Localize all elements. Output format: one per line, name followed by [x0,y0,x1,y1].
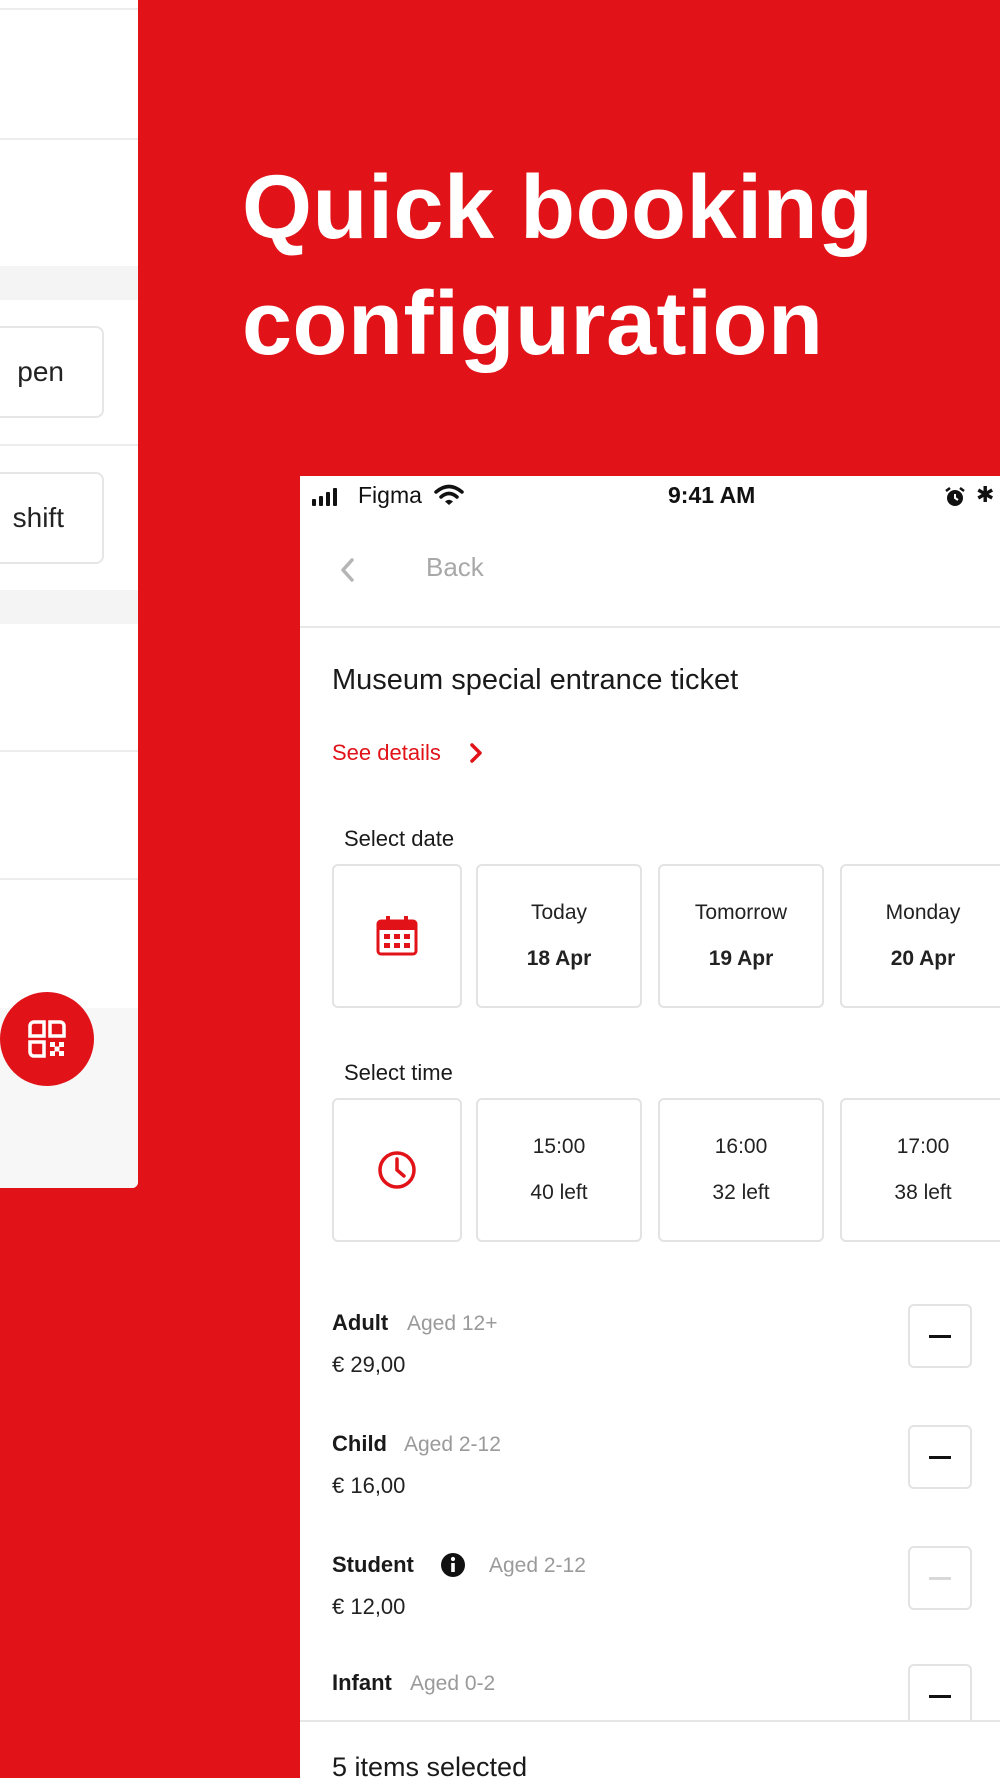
date-value: 20 Apr [890,947,956,970]
background-option-pill[interactable]: pen [0,326,104,418]
headline: Quick booking configuration [242,150,982,382]
price-type-name: Infant [332,1670,392,1695]
background-option-pill[interactable]: shift [0,472,104,564]
clock-icon [378,1151,416,1189]
chevron-right-icon [470,743,482,763]
price-type-age: Aged 0-2 [410,1672,496,1695]
divider [0,878,138,880]
qr-code-icon [28,1020,66,1058]
select-date-label: Select date [344,826,455,851]
divider [0,444,138,446]
minus-icon [929,1455,951,1459]
selection-summary-label: 5 items selected [332,1752,528,1778]
divider [0,138,138,140]
time-option[interactable]: 16:00 32 left [658,1098,824,1242]
nav-bar: Back [300,518,1000,628]
section-band [0,590,138,624]
headline-line: configuration [242,274,824,374]
time-option[interactable]: 15:00 40 left [476,1098,642,1242]
date-day: Tomorrow [694,901,788,924]
calendar-icon [376,916,418,956]
pill-label: shift [12,502,64,533]
calendar-picker-button[interactable] [332,864,462,1008]
date-day: Monday [885,901,961,924]
decrement-button[interactable] [908,1304,972,1368]
date-option[interactable]: Monday 20 Apr [840,864,1000,1008]
time-picker-button[interactable] [332,1098,462,1242]
date-option[interactable]: Tomorrow 19 Apr [658,864,824,1008]
alarm-icon [945,487,965,506]
divider [0,8,138,10]
price-type-age: Aged 2-12 [489,1554,586,1577]
time-value: 15:00 [532,1135,586,1158]
price-type-name: Adult [332,1310,389,1335]
date-day: Today [530,901,588,924]
price-type-row: Adult Aged 12+ € 29,00 [332,1304,972,1380]
price-type-price: € 12,00 [332,1594,406,1619]
price-type-row: Child Aged 2-12 € 16,00 [332,1425,972,1501]
headline-line: Quick booking [242,158,874,258]
info-icon[interactable] [440,1552,466,1578]
price-type-price: € 29,00 [332,1352,406,1377]
time-option[interactable]: 17:00 38 left [840,1098,1000,1242]
pill-label: pen [17,356,64,387]
back-button[interactable]: Back [426,552,484,583]
price-type-row: Student Aged 2-12 € 12,00 [332,1546,972,1622]
time-availability: 38 left [894,1181,952,1204]
minus-icon [929,1334,951,1338]
divider [0,750,138,752]
bluetooth-icon: ✱ [976,482,995,507]
section-band [0,266,138,300]
time-value: 16:00 [714,1135,768,1158]
time-availability: 32 left [712,1181,770,1204]
decrement-button[interactable] [908,1546,972,1610]
date-value: 19 Apr [708,947,774,970]
see-details-link[interactable]: See details [332,740,483,766]
price-type-name: Child [332,1431,387,1456]
decrement-button[interactable] [908,1425,972,1489]
carrier-label: Figma [358,482,422,508]
qr-scan-button[interactable] [0,992,94,1086]
chevron-left-icon[interactable] [338,556,356,584]
price-type-name: Student [332,1552,414,1577]
time-availability: 40 left [530,1181,588,1204]
selection-summary-bar: 5 items selected [300,1720,1000,1778]
see-details-label: See details [332,740,441,765]
date-value: 18 Apr [526,947,592,970]
ticket-title: Museum special entrance ticket [332,664,739,696]
price-type-price: € 16,00 [332,1473,406,1498]
minus-icon [929,1576,951,1580]
date-option[interactable]: Today 18 Apr [476,864,642,1008]
select-time-label: Select time [344,1060,453,1085]
background-app-panel: pen shift [0,0,138,1188]
price-type-age: Aged 2-12 [404,1433,501,1456]
wifi-icon [434,484,464,505]
price-type-age: Aged 12+ [407,1312,498,1335]
minus-icon [929,1694,951,1698]
clock-time: 9:41 AM [668,482,756,508]
decrement-button[interactable] [908,1664,972,1728]
time-value: 17:00 [896,1135,950,1158]
signal-icon [312,488,337,506]
phone-screen: Figma 9:41 AM ✱ Back Museum special entr… [300,476,1000,1778]
status-bar: Figma 9:41 AM ✱ [300,476,1000,518]
